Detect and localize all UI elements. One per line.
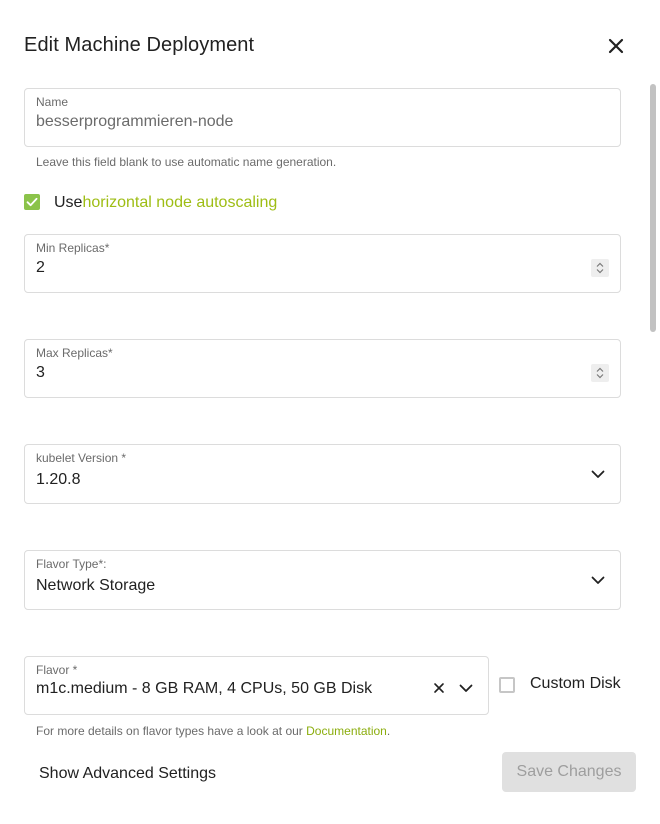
max-replicas-input[interactable]: 3 [36,364,45,382]
autoscaling-checkbox[interactable] [24,194,40,210]
max-replicas-stepper[interactable] [591,364,609,382]
chevron-down-icon[interactable] [458,680,474,696]
close-icon [608,38,624,54]
chevron-down-icon [591,576,605,584]
kubelet-version-value: 1.20.8 [36,471,81,488]
min-replicas-stepper[interactable] [591,259,609,277]
flavor-hint-text: For more details on flavor types have a … [36,724,307,738]
chevron-down-icon [591,470,605,478]
autoscaling-link[interactable]: horizontal node autoscaling [82,194,277,211]
close-button[interactable] [603,33,629,59]
documentation-link[interactable]: Documentation [306,724,387,738]
autoscaling-label: Usehorizontal node autoscaling [54,194,277,212]
name-field[interactable]: Name besserprogrammieren-node [24,88,621,147]
name-field-label: Name [36,95,69,109]
clear-icon[interactable] [432,681,446,695]
name-input[interactable]: besserprogrammieren-node [36,113,233,131]
dialog-content: Name besserprogrammieren-node Leave this… [0,78,660,745]
autoscaling-label-prefix: Use [54,194,83,211]
save-changes-button[interactable]: Save Changes [502,752,636,792]
min-replicas-field[interactable]: Min Replicas* 2 [24,234,621,293]
show-advanced-settings-button[interactable]: Show Advanced Settings [39,765,216,783]
custom-disk-checkbox[interactable] [499,677,515,693]
min-replicas-input[interactable]: 2 [36,259,45,277]
flavor-type-label: Flavor Type*: [36,557,107,571]
flavor-hint-suffix: . [386,724,391,738]
stepper-arrows-icon [596,367,604,379]
check-icon [26,197,38,207]
kubelet-version-select[interactable]: kubelet Version * 1.20.8 [24,444,621,504]
max-replicas-field[interactable]: Max Replicas* 3 [24,339,621,398]
flavor-hint: For more details on flavor types have a … [36,724,390,738]
min-replicas-label: Min Replicas* [36,241,110,255]
flavor-select[interactable]: Flavor * m1c.medium - 8 GB RAM, 4 CPUs, … [24,656,489,715]
flavor-type-select[interactable]: Flavor Type*: Network Storage [24,550,621,610]
flavor-value: m1c.medium - 8 GB RAM, 4 CPUs, 50 GB Dis… [36,680,373,697]
stepper-arrows-icon [596,262,604,274]
kubelet-version-label: kubelet Version * [36,451,127,465]
flavor-type-value: Network Storage [36,577,156,594]
flavor-label: Flavor * [36,663,78,677]
max-replicas-label: Max Replicas* [36,346,113,360]
name-hint: Leave this field blank to use automatic … [36,155,337,169]
dialog-title: Edit Machine Deployment [24,34,255,56]
custom-disk-label: Custom Disk [530,675,621,692]
edit-machine-deployment-dialog: Edit Machine Deployment Name besserprogr… [0,0,660,824]
